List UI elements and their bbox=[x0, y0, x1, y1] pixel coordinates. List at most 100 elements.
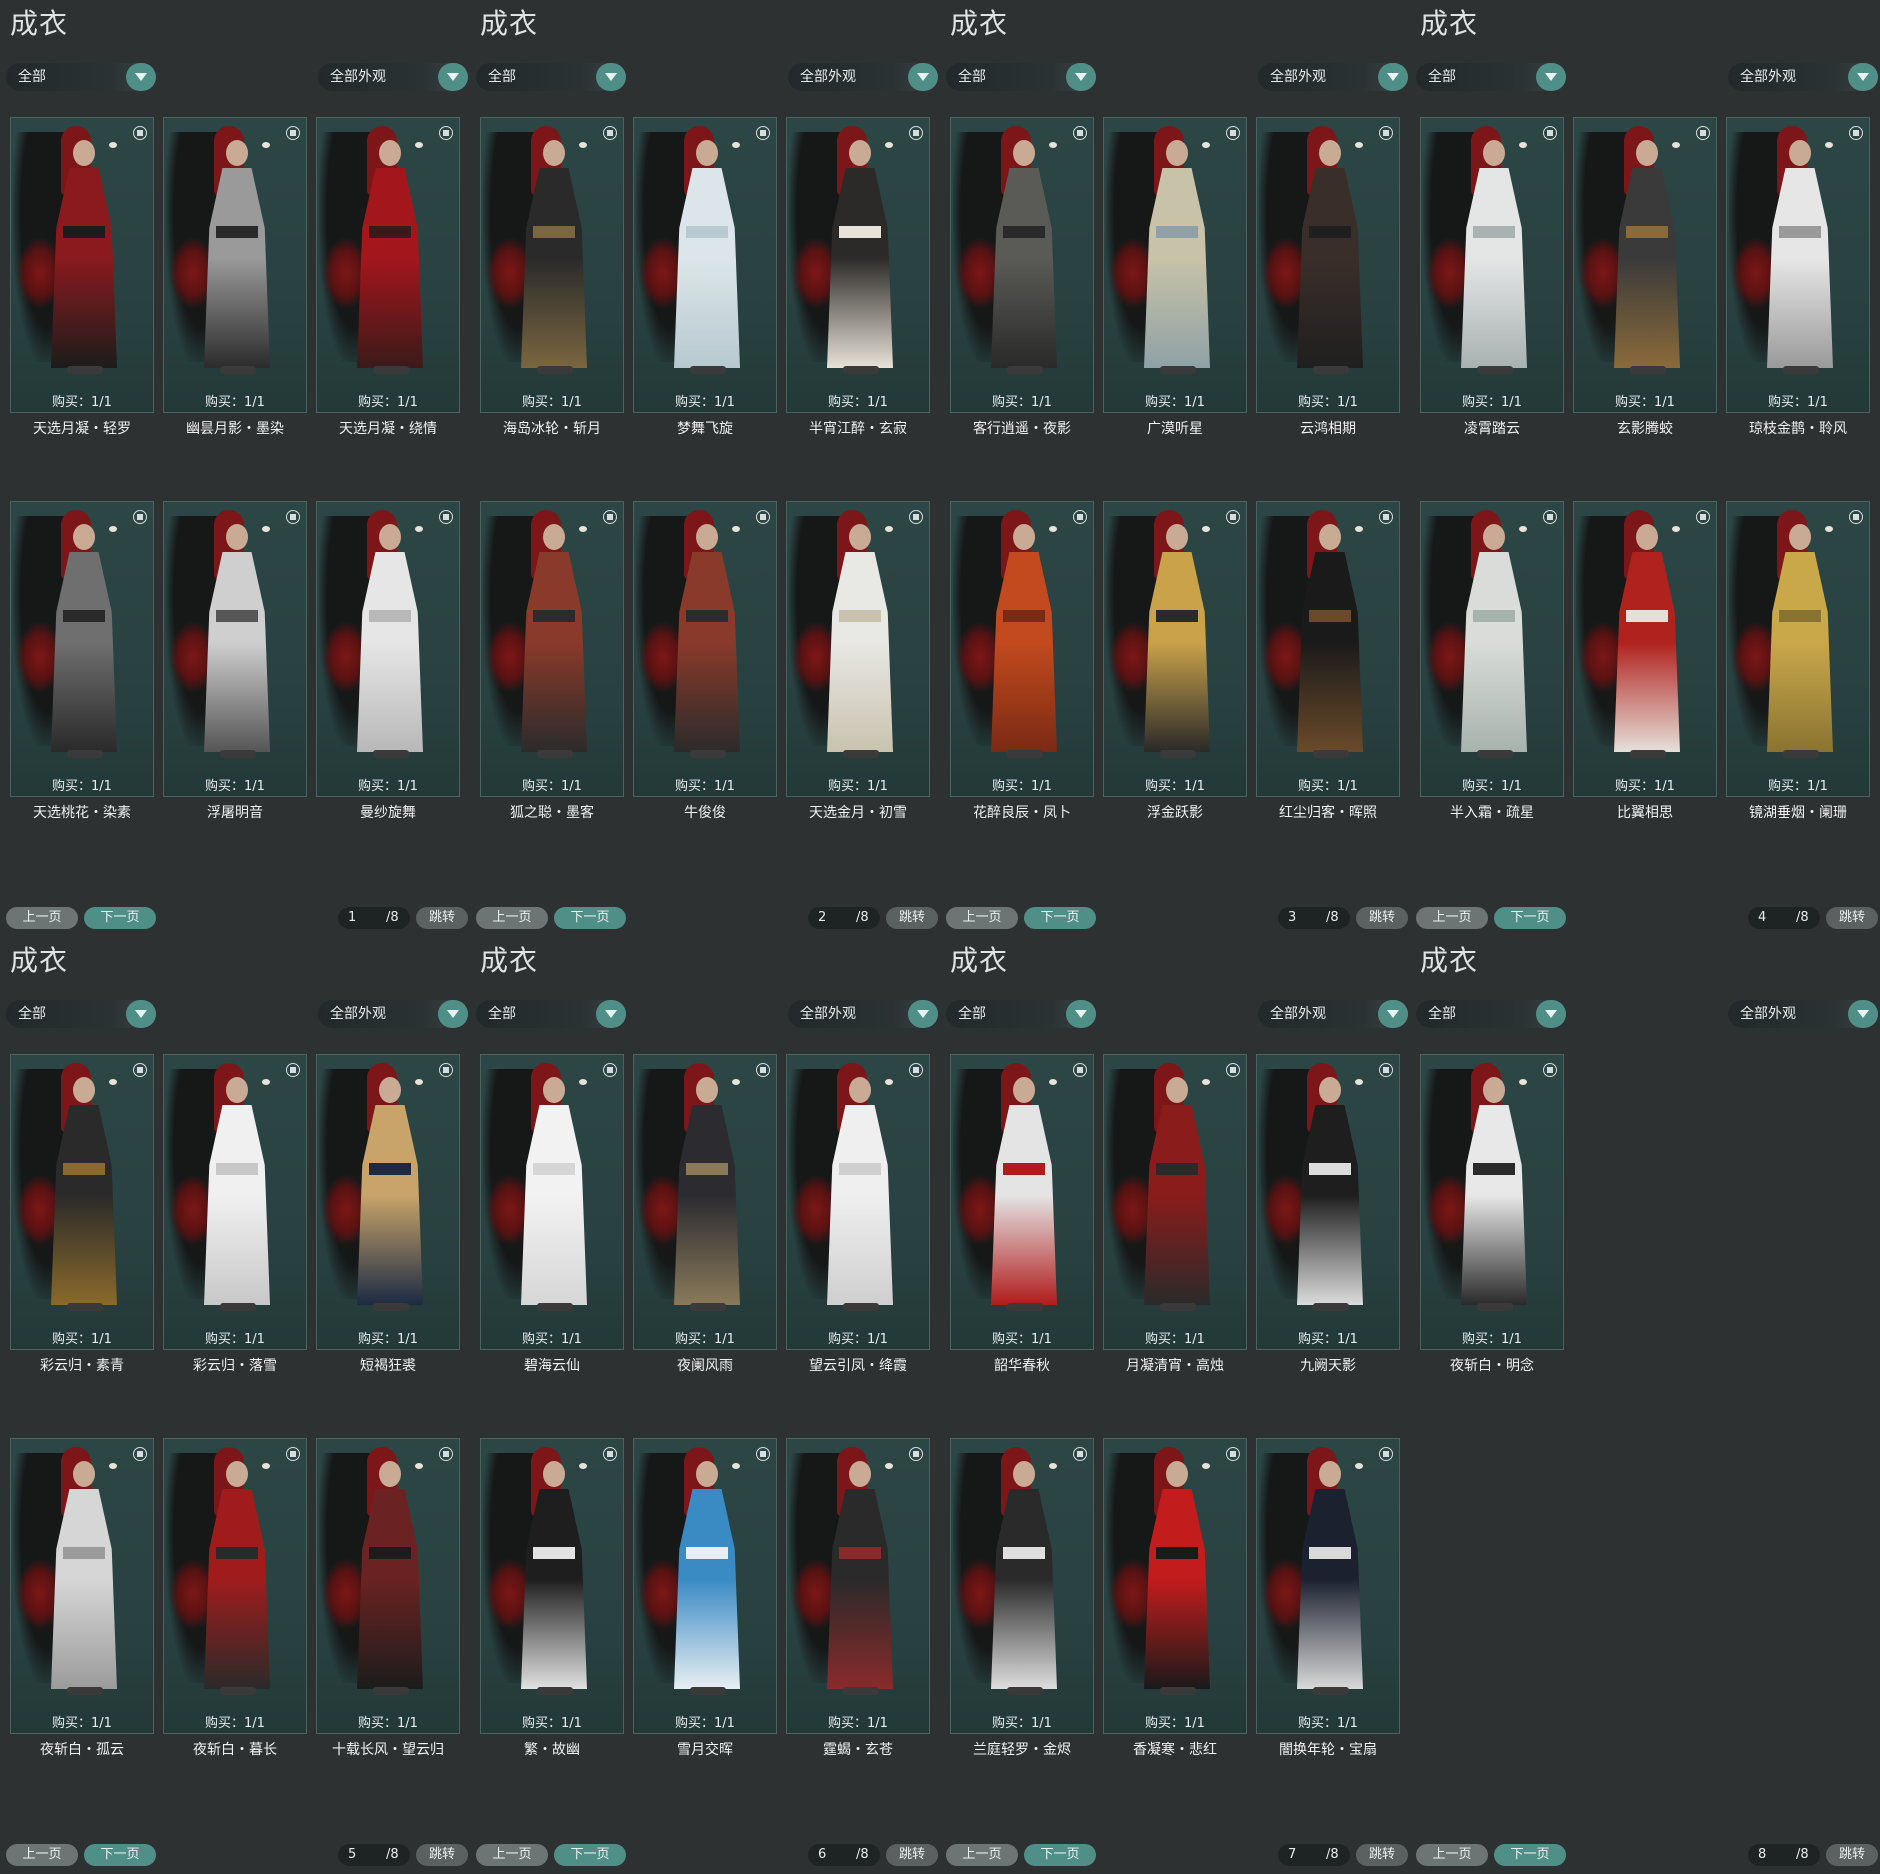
page-number-input[interactable]: 4/8 bbox=[1748, 907, 1820, 929]
outfit-card[interactable]: 购买：1/1 bbox=[480, 1438, 624, 1734]
page-number-input[interactable]: 6/8 bbox=[808, 1844, 880, 1866]
outfit-card[interactable]: 购买：1/1 bbox=[950, 1054, 1094, 1350]
outfit-card[interactable]: 购买：1/1 bbox=[316, 501, 460, 797]
jump-button[interactable]: 跳转 bbox=[416, 907, 468, 929]
prev-page-button[interactable]: 上一页 bbox=[1416, 907, 1488, 929]
outfit-card[interactable]: 购买：1/1 bbox=[163, 1438, 307, 1734]
outfit-card[interactable]: 购买：1/1 bbox=[1726, 117, 1870, 413]
outfit-card[interactable]: 购买：1/1 bbox=[786, 117, 930, 413]
outfit-card[interactable]: 购买：1/1 bbox=[480, 117, 624, 413]
prev-page-button[interactable]: 上一页 bbox=[476, 1844, 548, 1866]
outfit-card[interactable]: 购买：1/1 bbox=[633, 501, 777, 797]
outfit-card[interactable]: 购买：1/1 bbox=[163, 501, 307, 797]
filter-dropdown[interactable]: 全部 bbox=[1416, 63, 1566, 91]
prev-page-button[interactable]: 上一页 bbox=[946, 1844, 1018, 1866]
outfit-card[interactable]: 购买：1/1 bbox=[1573, 501, 1717, 797]
prev-page-button[interactable]: 上一页 bbox=[1416, 1844, 1488, 1866]
page-number-input[interactable]: 1/8 bbox=[338, 907, 410, 929]
appearance-dropdown-label: 全部外观 bbox=[800, 1006, 856, 1022]
outfit-card[interactable]: 购买：1/1 bbox=[10, 117, 154, 413]
next-page-button[interactable]: 下一页 bbox=[84, 907, 156, 929]
filter-dropdown[interactable]: 全部 bbox=[946, 63, 1096, 91]
outfit-card[interactable]: 购买：1/1 bbox=[163, 117, 307, 413]
purchase-count: 购买：1/1 bbox=[828, 395, 888, 410]
jump-button[interactable]: 跳转 bbox=[416, 1844, 468, 1866]
outfit-card[interactable]: 购买：1/1 bbox=[1256, 501, 1400, 797]
jump-button[interactable]: 跳转 bbox=[1356, 1844, 1408, 1866]
outfit-card[interactable]: 购买：1/1 bbox=[1103, 501, 1247, 797]
next-page-button[interactable]: 下一页 bbox=[554, 1844, 626, 1866]
appearance-dropdown[interactable]: 全部外观 bbox=[1728, 1000, 1878, 1028]
outfit-card[interactable]: 购买：1/1 bbox=[10, 1054, 154, 1350]
outfit-card[interactable]: 购买：1/1 bbox=[480, 1054, 624, 1350]
outfit-name: 狐之聪・墨客 bbox=[510, 805, 594, 821]
outfit-card[interactable]: 购买：1/1 bbox=[480, 501, 624, 797]
prev-page-button[interactable]: 上一页 bbox=[6, 1844, 78, 1866]
outfit-card[interactable]: 购买：1/1 bbox=[1103, 117, 1247, 413]
jump-button[interactable]: 跳转 bbox=[1826, 907, 1878, 929]
outfit-card[interactable]: 购买：1/1 bbox=[316, 1438, 460, 1734]
outfit-card[interactable]: 购买：1/1 bbox=[10, 501, 154, 797]
outfit-card[interactable]: 购买：1/1 bbox=[1573, 117, 1717, 413]
prev-page-button[interactable]: 上一页 bbox=[6, 907, 78, 929]
outfit-name: 彩云归・素青 bbox=[40, 1358, 124, 1374]
character-head bbox=[379, 140, 401, 166]
page-number-input[interactable]: 3/8 bbox=[1278, 907, 1350, 929]
filter-dropdown[interactable]: 全部 bbox=[6, 1000, 156, 1028]
jump-button[interactable]: 跳转 bbox=[886, 1844, 938, 1866]
outfit-card[interactable]: 购买：1/1 bbox=[1726, 501, 1870, 797]
outfit-card[interactable]: 购买：1/1 bbox=[1256, 1438, 1400, 1734]
appearance-dropdown[interactable]: 全部外观 bbox=[788, 63, 938, 91]
outfit-card[interactable]: 购买：1/1 bbox=[10, 1438, 154, 1734]
page-number-input[interactable]: 7/8 bbox=[1278, 1844, 1350, 1866]
appearance-dropdown[interactable]: 全部外观 bbox=[318, 1000, 468, 1028]
next-page-button[interactable]: 下一页 bbox=[1024, 907, 1096, 929]
outfit-card[interactable]: 购买：1/1 bbox=[1420, 1054, 1564, 1350]
jump-button[interactable]: 跳转 bbox=[1826, 1844, 1878, 1866]
outfit-card[interactable]: 购买：1/1 bbox=[1256, 1054, 1400, 1350]
appearance-dropdown[interactable]: 全部外观 bbox=[1258, 1000, 1408, 1028]
character-feet bbox=[1630, 366, 1666, 374]
filter-dropdown[interactable]: 全部 bbox=[476, 63, 626, 91]
next-page-button[interactable]: 下一页 bbox=[84, 1844, 156, 1866]
appearance-dropdown[interactable]: 全部外观 bbox=[1728, 63, 1878, 91]
outfit-card[interactable]: 购买：1/1 bbox=[786, 1438, 930, 1734]
outfit-card[interactable]: 购买：1/1 bbox=[1103, 1438, 1247, 1734]
outfit-card[interactable]: 购买：1/1 bbox=[950, 501, 1094, 797]
page-number-input[interactable]: 5/8 bbox=[338, 1844, 410, 1866]
jump-button[interactable]: 跳转 bbox=[1356, 907, 1408, 929]
outfit-card[interactable]: 购买：1/1 bbox=[316, 117, 460, 413]
outfit-card[interactable]: 购买：1/1 bbox=[633, 1054, 777, 1350]
outfit-card[interactable]: 购买：1/1 bbox=[1420, 501, 1564, 797]
page-number-input[interactable]: 2/8 bbox=[808, 907, 880, 929]
outfit-card[interactable]: 购买：1/1 bbox=[1420, 117, 1564, 413]
page-number-input[interactable]: 8/8 bbox=[1748, 1844, 1820, 1866]
appearance-dropdown[interactable]: 全部外观 bbox=[788, 1000, 938, 1028]
character-head bbox=[1013, 1077, 1035, 1103]
filter-dropdown[interactable]: 全部 bbox=[6, 63, 156, 91]
outfit-card[interactable]: 购买：1/1 bbox=[1103, 1054, 1247, 1350]
next-page-button[interactable]: 下一页 bbox=[554, 907, 626, 929]
appearance-dropdown[interactable]: 全部外观 bbox=[318, 63, 468, 91]
outfit-card[interactable]: 购买：1/1 bbox=[163, 1054, 307, 1350]
appearance-dropdown[interactable]: 全部外观 bbox=[1258, 63, 1408, 91]
next-page-button[interactable]: 下一页 bbox=[1494, 1844, 1566, 1866]
next-page-button[interactable]: 下一页 bbox=[1024, 1844, 1096, 1866]
outfit-card[interactable]: 购买：1/1 bbox=[633, 117, 777, 413]
outfit-card[interactable]: 购买：1/1 bbox=[950, 1438, 1094, 1734]
filter-dropdown[interactable]: 全部 bbox=[946, 1000, 1096, 1028]
outfit-card[interactable]: 购买：1/1 bbox=[316, 1054, 460, 1350]
prev-page-button[interactable]: 上一页 bbox=[476, 907, 548, 929]
outfit-card[interactable]: 购买：1/1 bbox=[786, 1054, 930, 1350]
outfit-card[interactable]: 购买：1/1 bbox=[786, 501, 930, 797]
next-page-button[interactable]: 下一页 bbox=[1494, 907, 1566, 929]
jump-button[interactable]: 跳转 bbox=[886, 907, 938, 929]
chevron-down-icon bbox=[1066, 1000, 1096, 1028]
filter-dropdown[interactable]: 全部 bbox=[1416, 1000, 1566, 1028]
outfit-card[interactable]: 购买：1/1 bbox=[1256, 117, 1400, 413]
filter-dropdown[interactable]: 全部 bbox=[476, 1000, 626, 1028]
outfit-card[interactable]: 购买：1/1 bbox=[633, 1438, 777, 1734]
prev-page-button[interactable]: 上一页 bbox=[946, 907, 1018, 929]
outfit-sash bbox=[1779, 226, 1821, 238]
outfit-card[interactable]: 购买：1/1 bbox=[950, 117, 1094, 413]
